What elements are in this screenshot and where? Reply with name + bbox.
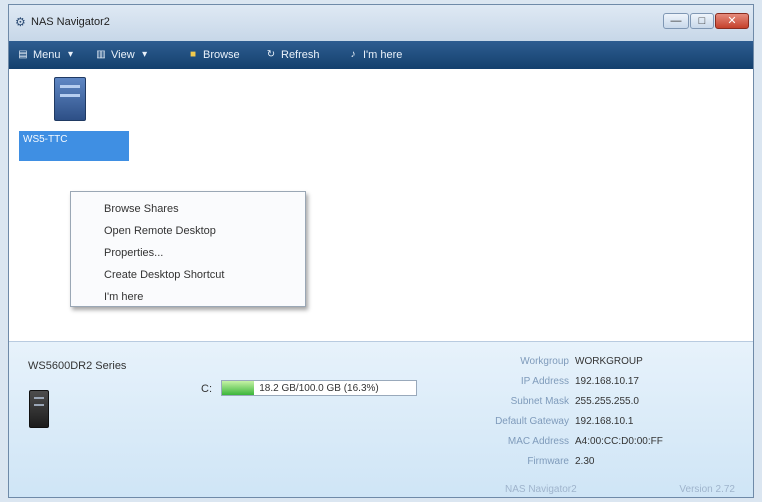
title-bar[interactable]: ⚙ NAS Navigator2 — □ ✕ [9,5,753,41]
browse-icon: ■ [189,49,197,60]
info-label: Subnet Mask [510,396,569,407]
refresh-button[interactable]: ↻ Refresh [265,48,320,62]
im-here-label: I'm here [363,49,403,61]
series-name: WS5600DR2 Series [28,360,127,372]
app-window: ⚙ NAS Navigator2 — □ ✕ ▤ Menu ▾ ▥ View ▾… [8,4,754,498]
maximize-button[interactable]: □ [690,13,714,29]
view-button[interactable]: ▥ View ▾ [95,48,151,62]
device-list[interactable]: WS5-TTC Browse Shares Open Remote Deskto… [9,69,753,341]
chevron-down-icon: ▾ [68,49,74,60]
device-info: Workgroup WORKGROUP IP Address 192.168.1… [439,352,739,472]
nas-icon [54,77,86,121]
toolbar: ▤ Menu ▾ ▥ View ▾ ■ Browse ↻ Refresh ♪ I… [9,41,753,69]
im-here-icon: ♪ [350,49,356,60]
menu-icon: ▤ [18,49,28,60]
chevron-down-icon: ▾ [142,49,148,60]
version-label: Version 2.72 [679,484,735,495]
info-label: IP Address [520,376,569,387]
context-menu: Browse Shares Open Remote Desktop Proper… [70,191,306,307]
menu-button[interactable]: ▤ Menu ▾ [17,48,77,62]
menu-item-im-here[interactable]: I'm here [71,286,305,308]
info-row-firmware: Firmware 2.30 [439,452,739,472]
status-panel: WS5600DR2 Series C: 18.2 GB/100.0 GB (16… [9,341,753,497]
refresh-label: Refresh [281,49,320,61]
window-title: NAS Navigator2 [31,16,110,28]
menu-item-create-desktop-shortcut[interactable]: Create Desktop Shortcut [71,264,305,286]
info-label: Default Gateway [495,416,569,427]
info-value: 255.255.255.0 [575,396,639,407]
minimize-button[interactable]: — [663,13,689,29]
info-row-workgroup: Workgroup WORKGROUP [439,352,739,372]
close-button[interactable]: ✕ [715,13,749,29]
view-icon: ▥ [96,49,106,60]
device-item[interactable]: WS5-TTC [19,77,129,167]
browse-button[interactable]: ■ Browse [187,48,240,62]
nas-device-icon [29,390,49,428]
info-row-default-gateway: Default Gateway 192.168.10.1 [439,412,739,432]
footer-link[interactable]: NAS Navigator2 [505,484,577,495]
disk-usage-text: 18.2 GB/100.0 GB (16.3%) [259,383,379,394]
menu-item-browse-shares[interactable]: Browse Shares [71,198,305,220]
info-label: Firmware [527,456,569,467]
app-logo-icon: ⚙ [15,15,26,29]
im-here-button[interactable]: ♪ I'm here [347,48,403,62]
menu-label: Menu [33,49,61,61]
device-label: WS5-TTC [19,131,129,161]
info-value: A4:00:CC:D0:00:FF [575,436,663,447]
refresh-icon: ↻ [266,49,276,60]
info-value: 192.168.10.1 [575,416,634,427]
info-value: 192.168.10.17 [575,376,639,387]
drive-letter: C: [201,383,212,395]
info-value: 2.30 [575,456,595,467]
info-label: Workgroup [520,356,569,367]
menu-item-open-remote-desktop[interactable]: Open Remote Desktop [71,220,305,242]
info-row-subnet-mask: Subnet Mask 255.255.255.0 [439,392,739,412]
info-row-mac-address: MAC Address A4:00:CC:D0:00:FF [439,432,739,452]
info-row-ip-address: IP Address 192.168.10.17 [439,372,739,392]
info-label: MAC Address [507,436,569,447]
info-value: WORKGROUP [575,356,643,367]
menu-item-properties[interactable]: Properties... [71,242,305,264]
view-label: View [111,49,135,61]
disk-usage-bar: 18.2 GB/100.0 GB (16.3%) [221,380,417,396]
browse-label: Browse [203,49,240,61]
